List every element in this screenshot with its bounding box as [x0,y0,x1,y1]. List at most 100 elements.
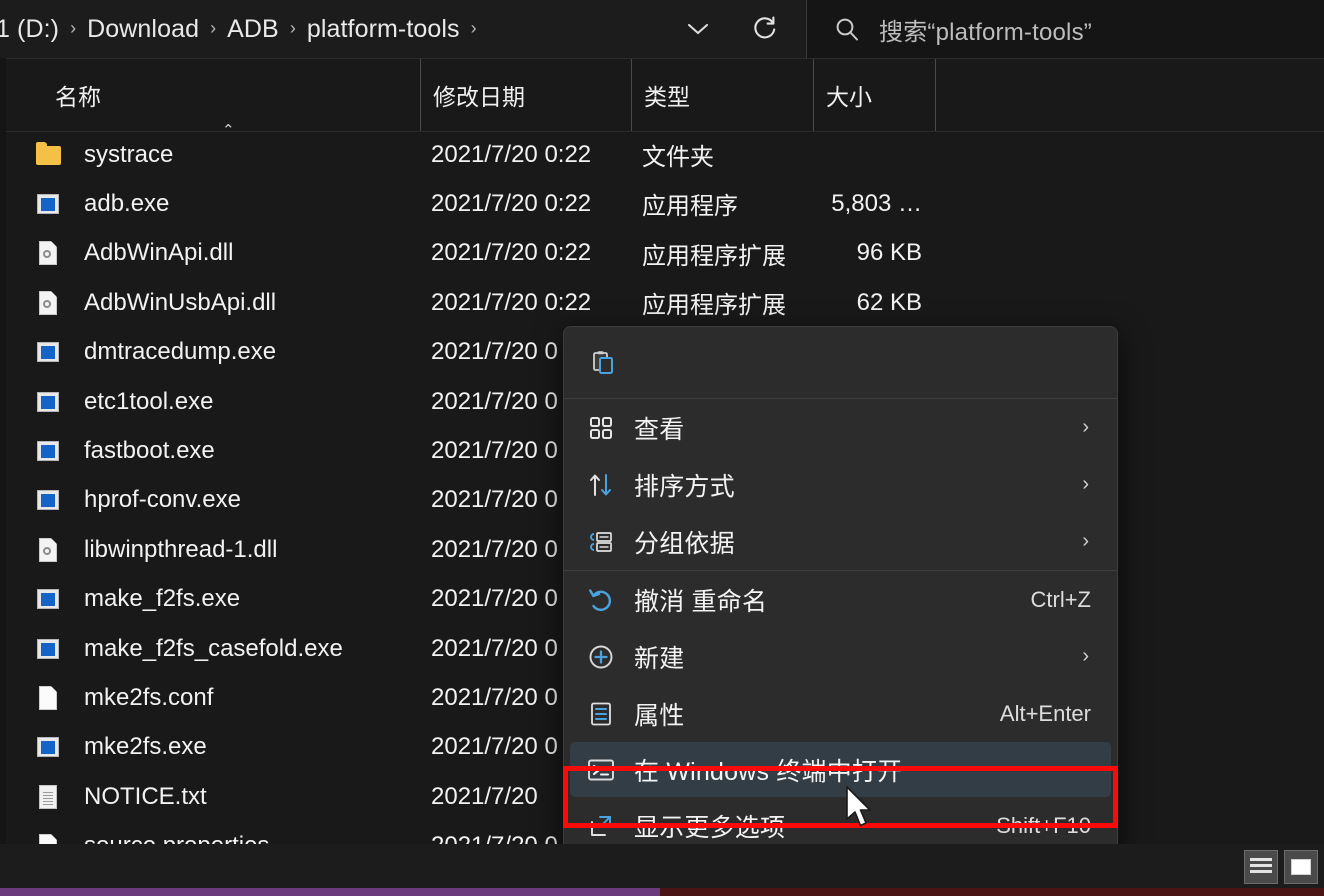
file-name-label: fastboot.exe [84,436,215,464]
context-menu-top-actions [564,327,1117,398]
context-menu-item[interactable]: 新建 › [564,628,1117,685]
view-grid-icon [586,413,616,443]
exe-icon [36,733,62,761]
context-menu-item[interactable]: 查看 › [564,399,1117,456]
file-name-cell[interactable]: mke2fs.conf [36,684,213,712]
table-row[interactable]: AdbWinUsbApi.dll 2021/7/20 0:22 应用程序扩展 62 K… [0,278,1324,327]
chevron-right-icon: › [1082,473,1089,495]
file-size-cell: 5,803 … [831,189,922,217]
context-menu-item-shortcut: Alt+Enter [999,700,1091,726]
column-header-spacer [935,59,937,131]
context-menu-item[interactable]: 分组依据 › [564,513,1117,570]
file-date-cell: 2021/7/20 0 [431,585,558,613]
file-name-cell[interactable]: mke2fs.exe [36,733,207,761]
file-name-label: NOTICE.txt [84,782,207,810]
context-menu-item-label: 新建 [634,644,685,673]
file-name-cell[interactable]: etc1tool.exe [36,388,213,416]
chevron-right-icon: › [1082,645,1089,667]
show-more-icon [586,811,616,841]
file-date-cell: 2021/7/20 0 [431,683,558,711]
view-mode-buttons[interactable] [1244,850,1318,884]
file-name-cell[interactable]: fastboot.exe [36,437,215,465]
file-name-label: hprof-conv.exe [84,486,241,514]
breadcrumb-item-platform-tools[interactable]: platform-tools [305,15,462,44]
undo-icon [586,585,616,615]
file-name-label: mke2fs.exe [84,733,207,761]
large-icons-view-icon[interactable] [1284,850,1318,884]
file-name-cell[interactable]: NOTICE.txt [36,783,207,811]
context-menu-item-label: 查看 [634,415,685,444]
exe-icon [36,635,62,663]
table-row[interactable]: adb.exe 2021/7/20 0:22 应用程序 5,803 … [0,179,1324,228]
file-name-label: adb.exe [84,189,170,217]
column-header-type[interactable]: 类型 [631,59,803,131]
details-view-icon[interactable] [1244,850,1278,884]
dll-icon [36,536,62,564]
context-menu-item-label: 属性 [634,701,685,730]
file-name-cell[interactable]: AdbWinUsbApi.dll [36,289,276,317]
breadcrumb-item-drive[interactable]: 1 (D:) [0,15,61,44]
context-menu[interactable]: 查看 › 排序方式 › 分组依据 › 撤消 重命名 Ctrl+Z 新建 › 属性 Alt+Enter 在… [563,326,1118,896]
file-name-cell[interactable]: AdbWinApi.dll [36,239,233,267]
column-header-row: 名称 ⌃ 修改日期 类型 大小 [0,58,1324,138]
column-header-size[interactable]: 大小 [813,59,935,131]
table-row[interactable]: AdbWinApi.dll 2021/7/20 0:22 应用程序扩展 96 KB [0,229,1324,278]
file-name-cell[interactable]: hprof-conv.exe [36,486,241,514]
file-name-label: dmtracedump.exe [84,338,277,366]
breadcrumb[interactable]: 1 (D:) › Download › ADB › platform-tools… [0,0,690,58]
breadcrumb-item-adb[interactable]: ADB [225,15,281,44]
column-header-type-label: 类型 [644,84,690,110]
breadcrumb-separator-trailing: › [470,17,477,38]
breadcrumb-item-download[interactable]: Download [85,15,201,44]
context-menu-item[interactable]: 在 Windows 终端中打开 [570,742,1111,797]
context-menu-item[interactable]: 撤消 重命名 Ctrl+Z [564,571,1117,628]
file-name-cell[interactable]: dmtracedump.exe [36,338,276,366]
context-menu-item-label: 显示更多选项 [634,813,786,842]
column-header-name-label: 名称 [55,84,101,110]
column-header-date-label: 修改日期 [433,84,525,110]
context-menu-item[interactable]: 排序方式 › [564,456,1117,513]
file-date-cell: 2021/7/20 0 [431,436,558,464]
file-name-cell[interactable]: libwinpthread-1.dll [36,536,277,564]
properties-icon [586,699,616,729]
file-name-cell[interactable]: adb.exe [36,190,169,218]
file-name-label: mke2fs.conf [84,683,214,711]
exe-icon [36,437,62,465]
column-header-size-label: 大小 [826,84,872,110]
context-menu-item-label: 排序方式 [634,472,735,501]
chevron-right-icon: › [1082,530,1089,552]
document-icon [36,684,62,712]
context-menu-item-shortcut: Shift+F10 [996,812,1091,838]
status-bar [0,844,1324,888]
file-explorer-window: 1 (D:) › Download › ADB › platform-tools… [0,0,1324,896]
file-date-cell: 2021/7/20 0 [431,486,558,514]
context-menu-item-label: 分组依据 [634,529,735,558]
file-name-cell[interactable]: make_f2fs_casefold.exe [36,635,343,663]
breadcrumb-separator: › [210,17,217,38]
desktop-wallpaper-strip-left [0,888,660,896]
search-icon [833,15,861,43]
search-input[interactable]: 搜索“platform-tools” [806,0,1324,58]
paste-icon[interactable] [588,348,618,378]
breadcrumb-separator: › [289,17,296,38]
file-name-label: AdbWinApi.dll [84,239,234,267]
file-name-label: AdbWinUsbApi.dll [84,288,277,316]
context-menu-item-shortcut: Ctrl+Z [1030,586,1092,612]
file-name-cell[interactable]: make_f2fs.exe [36,585,240,613]
exe-icon [36,338,62,366]
exe-icon [36,585,62,613]
table-row[interactable]: systrace 2021/7/20 0:22 文件夹 [0,130,1324,179]
column-header-name[interactable]: 名称 [55,59,431,131]
chevron-down-icon[interactable] [684,17,712,41]
file-name-label: make_f2fs.exe [84,585,241,613]
context-menu-item[interactable]: 属性 Alt+Enter [564,685,1117,742]
desktop-wallpaper-strip-right [660,888,1324,896]
file-date-cell: 2021/7/20 0:22 [431,189,592,217]
file-date-cell: 2021/7/20 0 [431,387,558,415]
column-header-date[interactable]: 修改日期 [420,59,631,131]
file-date-cell: 2021/7/20 0 [431,634,558,662]
file-name-cell[interactable]: systrace [36,141,173,169]
chevron-right-icon: › [1082,416,1089,438]
refresh-icon[interactable] [748,13,782,45]
file-size-cell: 96 KB [856,239,922,267]
